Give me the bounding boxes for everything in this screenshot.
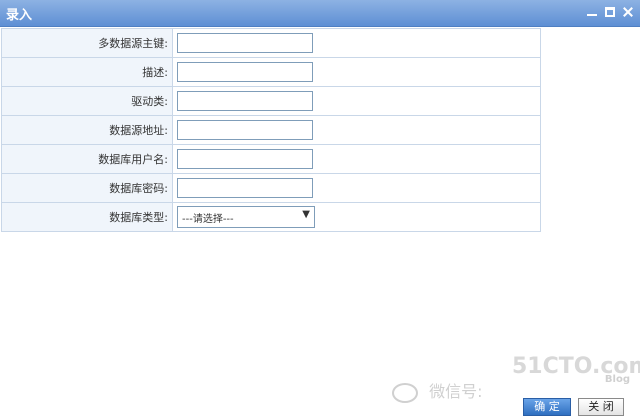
db-password-input[interactable] [177,178,313,198]
entry-form: 多数据源主键: 描述: 驱动类: 数据源地址: 数据库用户名: 数据库密码: 数… [1,28,541,232]
db-username-label: 数据库用户名: [1,144,173,174]
db-type-selected-value: ---请选择--- [182,214,234,225]
datasource-key-label: 多数据源主键: [1,28,173,58]
dropdown-arrow-icon: ▼ [302,209,310,220]
dialog-title: 录入 [6,8,33,23]
db-password-label: 数据库密码: [1,173,173,203]
db-type-label: 数据库类型: [1,202,173,232]
form-row-db-password: 数据库密码: [1,173,541,203]
form-row-db-username: 数据库用户名: [1,144,541,174]
watermark-wechat-text: 微信号: [429,382,483,401]
watermark-logo-sub: Blog [604,374,630,385]
form-row-driver-class: 驱动类: [1,86,541,116]
ok-button[interactable]: 确 定 [523,398,571,416]
window-controls [586,6,634,18]
minimize-icon[interactable] [586,6,598,18]
form-row-db-type: 数据库类型: ---请选择--- ▼ [1,202,541,232]
datasource-url-input[interactable] [177,120,313,140]
watermark-wechat: 微信号: [392,378,483,403]
dialog-titlebar: 录入 [0,0,640,27]
close-button[interactable]: 关 闭 [578,398,624,416]
form-row-datasource-url: 数据源地址: [1,115,541,145]
description-input[interactable] [177,62,313,82]
db-type-select[interactable]: ---请选择--- ▼ [177,206,315,228]
description-label: 描述: [1,57,173,87]
close-icon[interactable] [622,6,634,18]
wechat-icon [392,382,418,403]
watermark-logo: 51CTO.com Blog [512,354,640,394]
form-row-description: 描述: [1,57,541,87]
datasource-url-label: 数据源地址: [1,115,173,145]
form-row-datasource-key: 多数据源主键: [1,28,541,58]
driver-class-label: 驱动类: [1,86,173,116]
driver-class-input[interactable] [177,91,313,111]
datasource-key-input[interactable] [177,33,313,53]
maximize-icon[interactable] [604,6,616,18]
db-username-input[interactable] [177,149,313,169]
